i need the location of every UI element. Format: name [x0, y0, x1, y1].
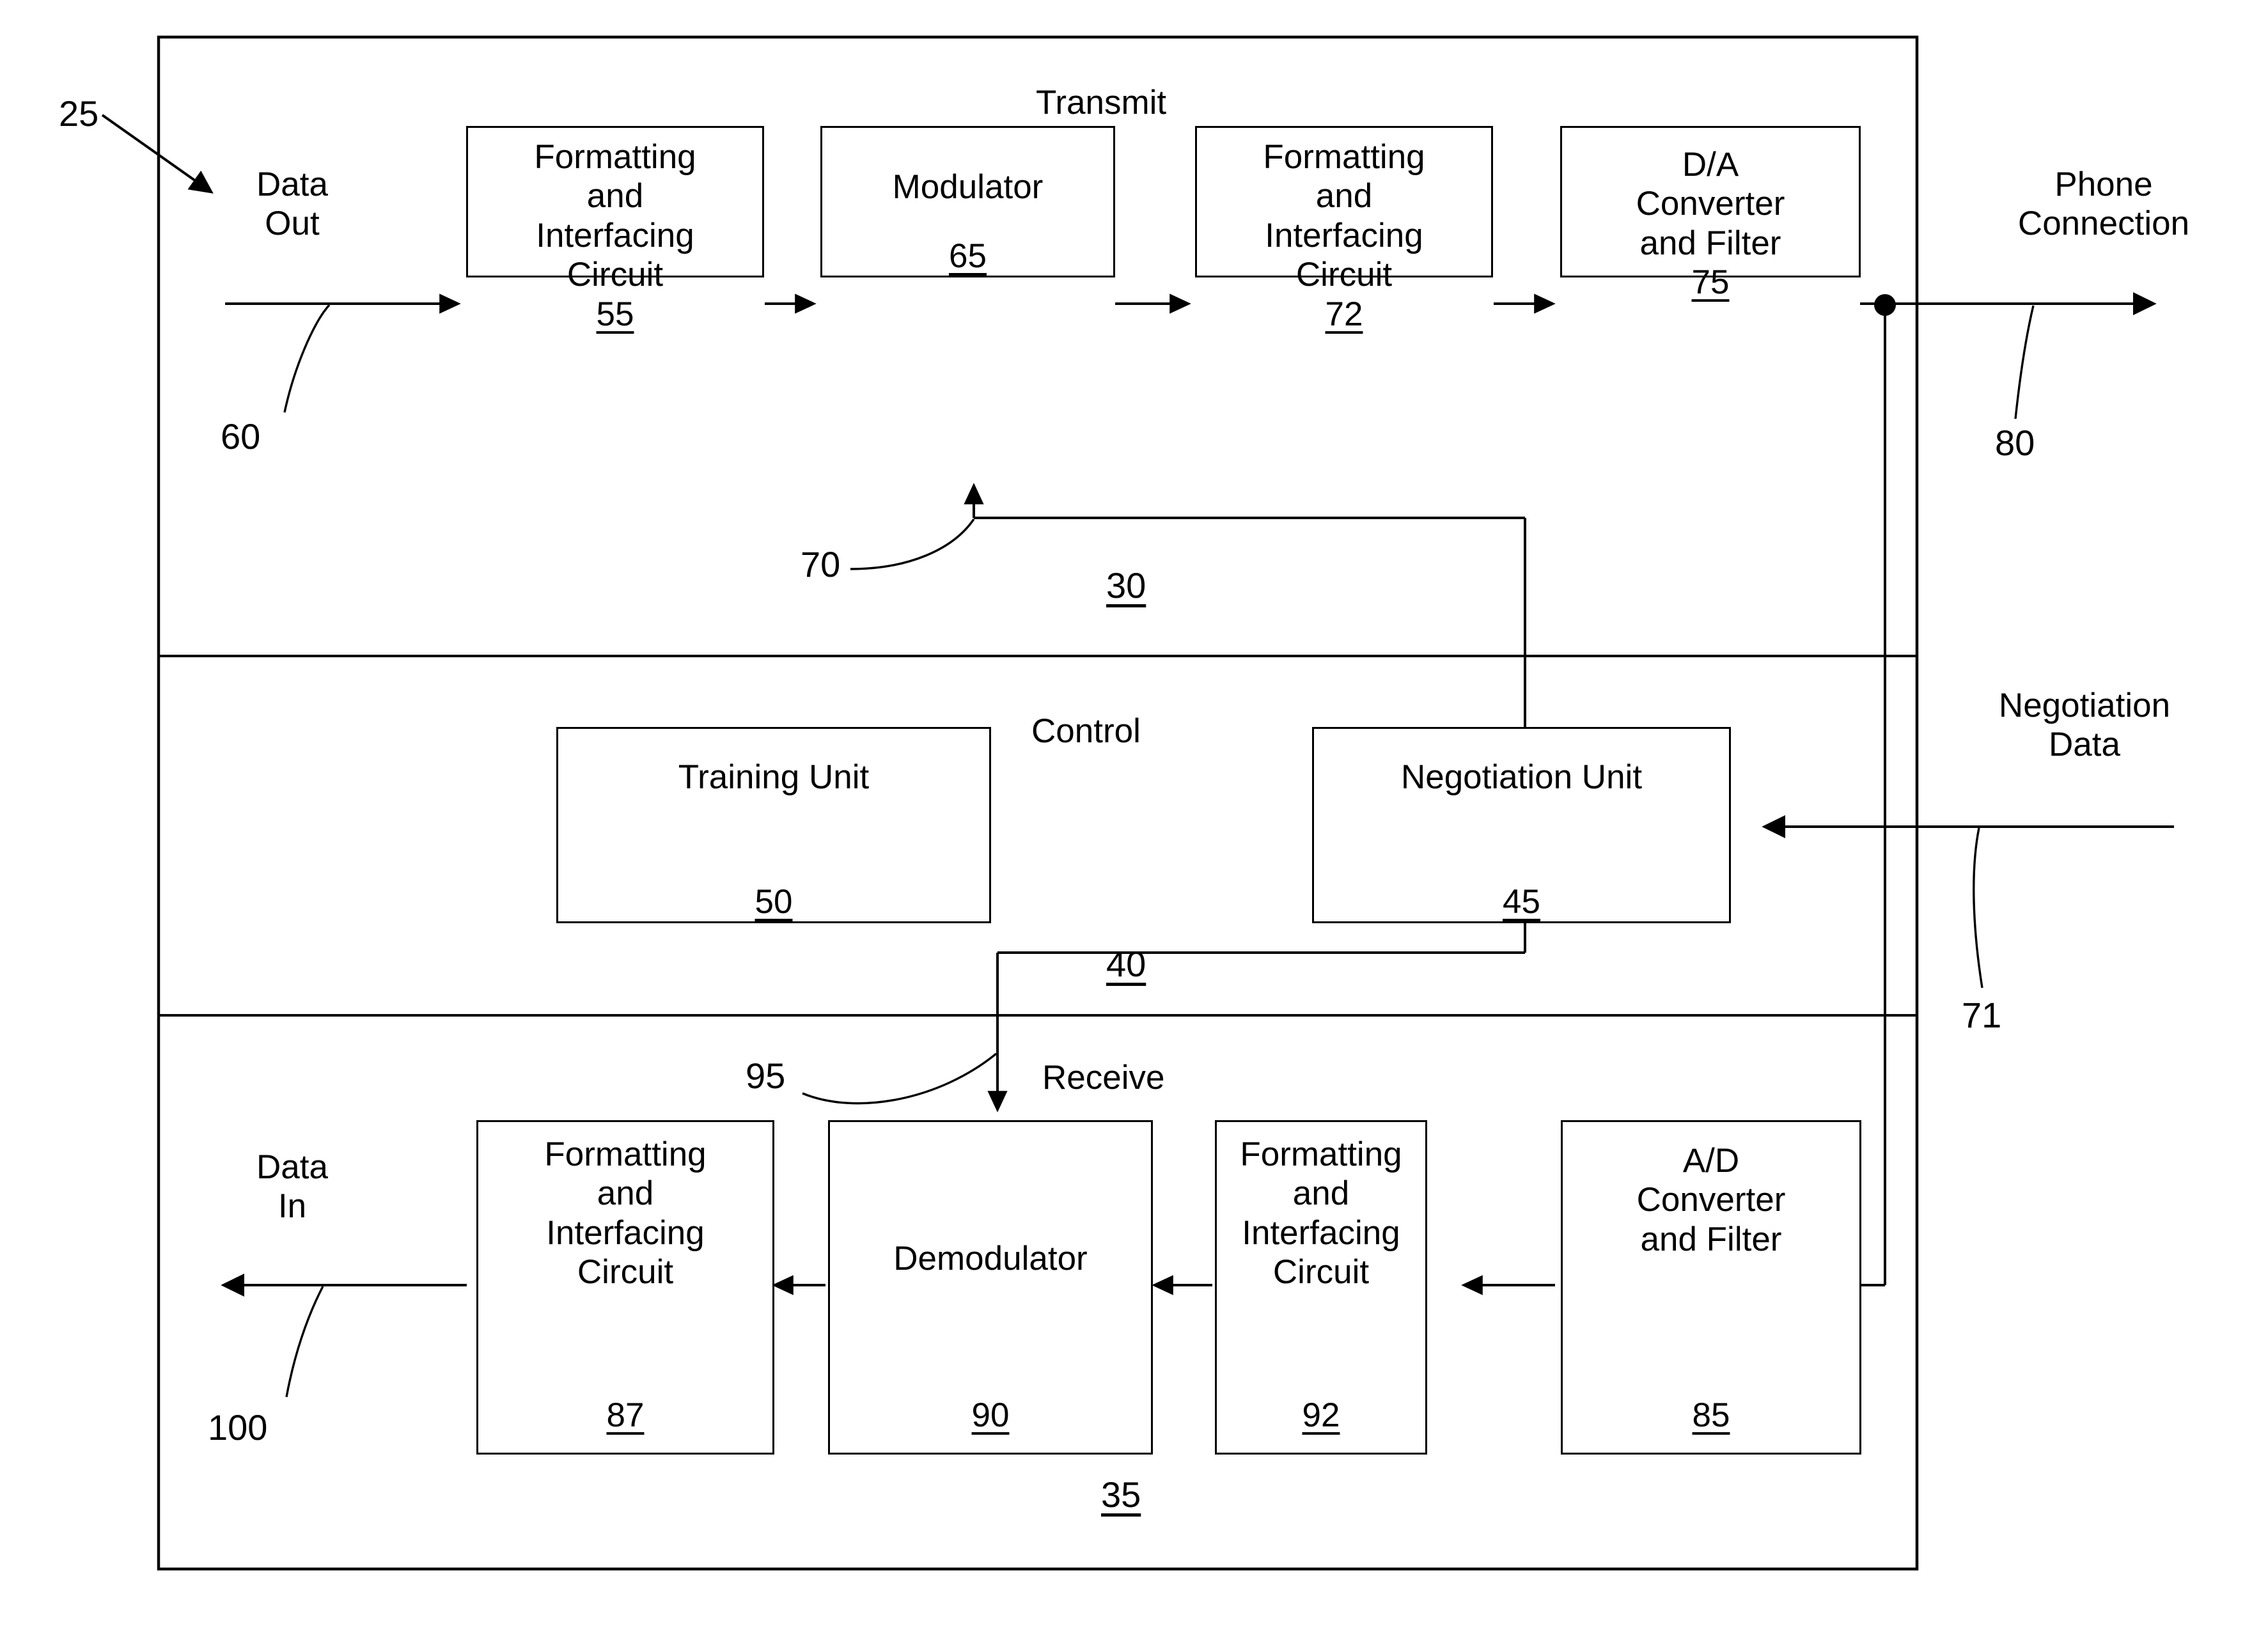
block-training-unit-50: Training Unit 50: [556, 727, 991, 923]
io-label-negotiation-data-line-2: Data: [2049, 726, 2120, 764]
block-87-ref-number: 87: [606, 1396, 645, 1434]
block-da-converter-filter-75: D/A Converter and Filter 75: [1560, 126, 1861, 301]
block-75-line-3: and Filter: [1639, 224, 1781, 262]
block-55-ref-number: 55: [596, 295, 634, 333]
reference-numeral-25: 25: [59, 93, 99, 134]
reference-numeral-95: 95: [746, 1056, 786, 1096]
block-92-line-2: and: [1292, 1175, 1350, 1213]
reference-numeral-70: 70: [801, 544, 841, 584]
reference-numeral-35: 35: [1101, 1474, 1141, 1515]
reference-numeral-40: 40: [1106, 944, 1146, 984]
block-85-line-1: A/D: [1682, 1142, 1740, 1180]
reference-numeral-80: 80: [1995, 423, 2035, 463]
block-formatting-interfacing-87: Formatting and Interfacing Circuit 87: [476, 1120, 774, 1455]
reference-numeral-71: 71: [1962, 995, 2002, 1035]
block-85-line-3: and Filter: [1640, 1220, 1782, 1258]
block-55-line-1: Formatting: [534, 138, 696, 176]
block-65-ref-number: 65: [949, 237, 987, 275]
io-label-negotiation-data-line-1: Negotiation: [1998, 687, 2171, 724]
block-50-ref-number: 50: [755, 883, 793, 921]
io-label-phone-connection: Phone Connection: [1957, 165, 2251, 244]
block-modulator-65: Modulator 65: [820, 126, 1115, 277]
reference-numeral-30: 30: [1106, 565, 1146, 605]
block-92-ref-number: 92: [1302, 1396, 1340, 1434]
block-85-line-2: Converter: [1636, 1181, 1786, 1219]
io-label-data-out-line-1: Data: [256, 166, 328, 203]
block-55-line-2: and: [586, 177, 644, 215]
io-label-data-in-line-2: In: [278, 1187, 307, 1226]
block-75-line-1: D/A: [1682, 146, 1739, 183]
io-label-phone-connection-line-1: Phone: [2054, 166, 2153, 203]
section-label-transmit: Transmit: [1036, 84, 1167, 121]
patent-figure-canvas: Formatting and Interfacing Circuit 55 Mo…: [0, 0, 2268, 1647]
block-45-ref-number: 45: [1503, 883, 1540, 921]
block-65-line-1: Modulator: [892, 168, 1044, 206]
reference-numeral-100: 100: [208, 1407, 268, 1448]
block-90-line-1: Demodulator: [893, 1240, 1088, 1278]
io-label-data-in: Data In: [244, 1148, 340, 1226]
block-92-line-3: Interfacing: [1242, 1214, 1400, 1252]
block-45-line-1: Negotiation Unit: [1400, 758, 1643, 796]
block-72-line-1: Formatting: [1263, 138, 1425, 176]
block-72-ref-number: 72: [1325, 295, 1363, 333]
reference-numeral-60: 60: [221, 416, 261, 457]
block-75-line-2: Converter: [1636, 185, 1785, 223]
block-negotiation-unit-45: Negotiation Unit 45: [1312, 727, 1731, 923]
block-92-line-1: Formatting: [1240, 1136, 1402, 1173]
block-55-line-3: Interfacing: [536, 216, 694, 254]
block-formatting-interfacing-92: Formatting and Interfacing Circuit 92: [1215, 1120, 1427, 1455]
block-50-line-1: Training Unit: [678, 758, 870, 796]
block-ad-converter-filter-85: A/D Converter and Filter 85: [1561, 1120, 1861, 1455]
io-label-data-out-line-2: Out: [265, 205, 320, 243]
block-demodulator-90: Demodulator 90: [828, 1120, 1153, 1455]
block-87-line-3: Interfacing: [546, 1214, 705, 1252]
section-label-control: Control: [1031, 712, 1141, 750]
block-90-ref-number: 90: [971, 1396, 1010, 1434]
block-72-line-4: Circuit: [1295, 256, 1393, 294]
io-label-data-out: Data Out: [244, 165, 340, 244]
block-92-line-4: Circuit: [1272, 1253, 1370, 1292]
block-55-line-4: Circuit: [567, 256, 664, 294]
io-label-negotiation-data: Negotiation Data: [1931, 686, 2238, 765]
block-87-line-2: and: [597, 1175, 654, 1213]
section-label-receive: Receive: [1042, 1059, 1165, 1097]
block-85-ref-number: 85: [1692, 1396, 1730, 1434]
block-72-line-3: Interfacing: [1265, 216, 1423, 254]
block-formatting-interfacing-55: Formatting and Interfacing Circuit 55: [466, 126, 764, 333]
block-72-line-2: and: [1315, 177, 1373, 215]
block-87-line-1: Formatting: [544, 1136, 707, 1173]
block-75-ref-number: 75: [1691, 263, 1730, 302]
block-formatting-interfacing-72: Formatting and Interfacing Circuit 72: [1195, 126, 1493, 333]
io-label-phone-connection-line-2: Connection: [2017, 205, 2190, 243]
io-label-data-in-line-1: Data: [256, 1148, 328, 1186]
block-87-line-4: Circuit: [577, 1253, 674, 1292]
